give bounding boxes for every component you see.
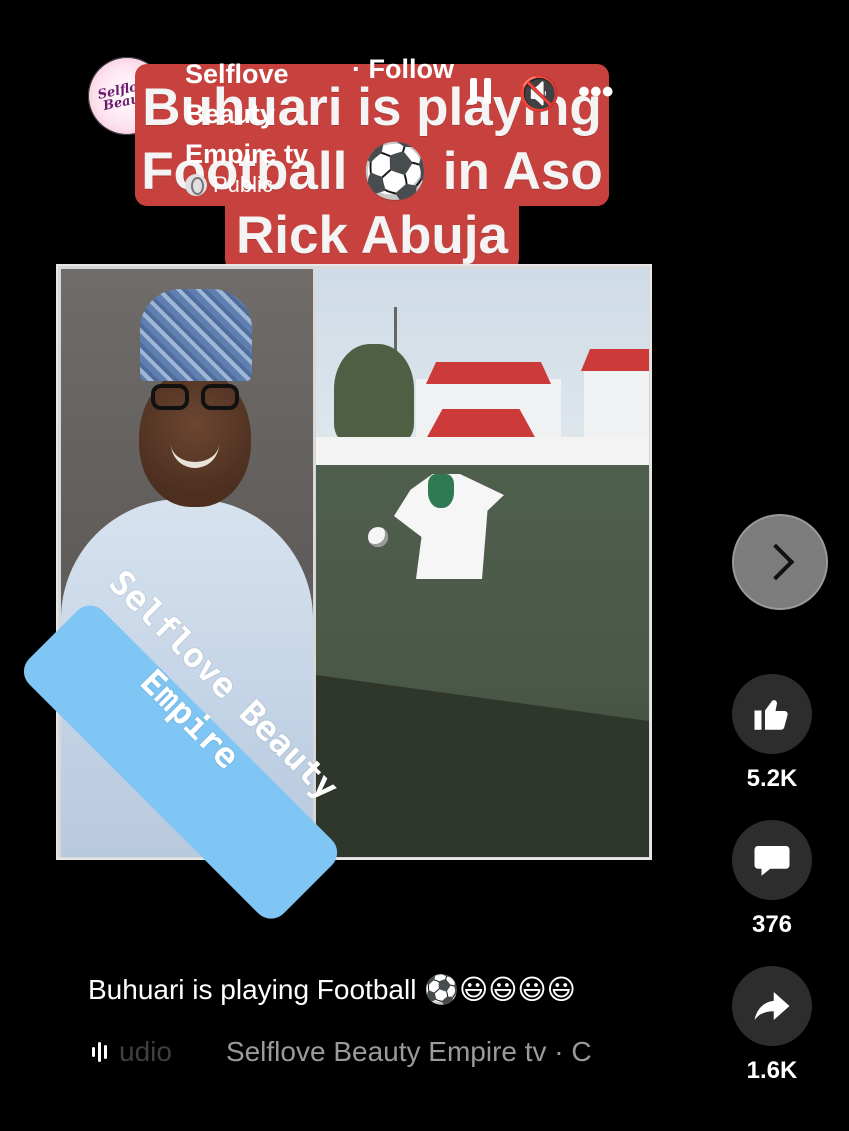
chevron-right-icon [757, 543, 795, 581]
thumbs-up-icon [754, 700, 788, 730]
title-line-3: Rick Abuja [236, 206, 508, 265]
perimeter-wall [316, 437, 649, 467]
audio-label: udio [119, 1036, 172, 1067]
audio-source: Selflove Beauty Empire tv · C [225, 1036, 592, 1067]
more-options-button[interactable]: ••• [578, 70, 614, 114]
video-right-panel [316, 269, 649, 857]
next-video-button[interactable] [732, 514, 828, 610]
comment-bubble-icon [754, 846, 790, 876]
audio-wave-icon [92, 1042, 107, 1062]
pause-icon [470, 78, 477, 104]
audio-row[interactable]: udio Selflove Beauty Empire tv · C [92, 1034, 637, 1070]
glasses [151, 384, 243, 412]
pause-button[interactable] [470, 78, 491, 104]
person-cap [140, 289, 252, 381]
share-arrow-icon [754, 992, 790, 1020]
pause-icon-bar [484, 78, 491, 104]
tree [334, 344, 414, 444]
visibility-label: Public [213, 172, 273, 197]
globe-icon [185, 174, 207, 196]
share-button[interactable] [732, 966, 812, 1046]
post-caption[interactable]: Buhuari is playing Football ⚽😃😃😃😃 [88, 972, 576, 1008]
share-count: 1.6K [746, 1057, 798, 1084]
like-button[interactable] [732, 674, 812, 754]
author-name[interactable]: Selflove Beauty Empire tv [185, 54, 355, 174]
mute-button[interactable]: 🔇 [518, 72, 560, 116]
comment-button[interactable] [732, 820, 812, 900]
football [368, 527, 388, 547]
red-roof [581, 349, 649, 371]
like-count: 5.2K [746, 765, 798, 792]
player-scarf [428, 474, 454, 508]
comment-count: 376 [751, 911, 793, 938]
visibility: Public [185, 172, 273, 198]
red-roof [426, 362, 551, 384]
red-roof [426, 409, 536, 439]
follow-button[interactable]: · Follow [352, 54, 454, 84]
